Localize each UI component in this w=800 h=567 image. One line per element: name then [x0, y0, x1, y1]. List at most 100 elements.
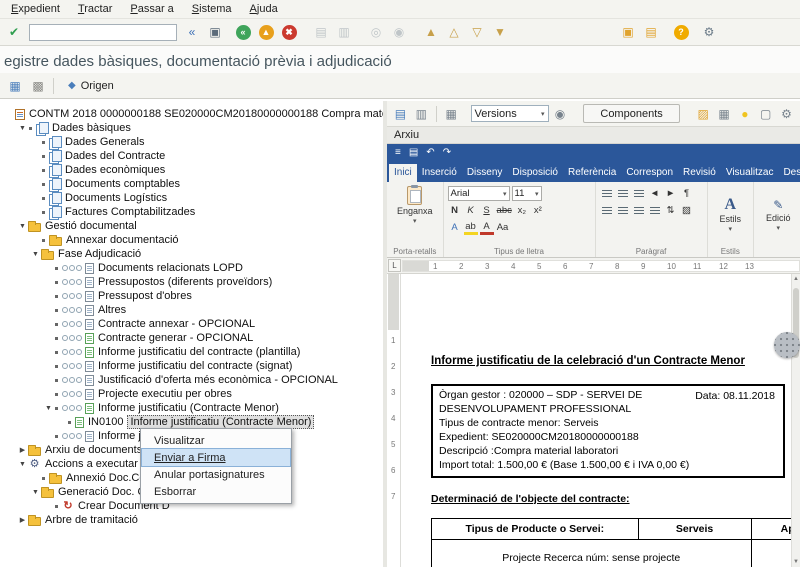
menu-icon[interactable]: ≡: [395, 147, 401, 158]
justify-icon[interactable]: [648, 204, 662, 218]
horizontal-ruler[interactable]: L 12345678910111213: [387, 258, 800, 274]
tree-item[interactable]: ▼Fase Adjudicació: [0, 247, 383, 261]
vertical-scrollbar[interactable]: ▲ ▼: [791, 274, 800, 567]
font-name-select[interactable]: Arial ▾: [448, 186, 510, 201]
menu-ajuda[interactable]: Ajuda: [241, 1, 287, 17]
underline-button[interactable]: S: [480, 204, 494, 218]
detail-icon[interactable]: ▦: [4, 75, 26, 96]
tip-icon[interactable]: ●: [735, 103, 754, 124]
menu-expedient[interactable]: Expedient: [2, 1, 69, 17]
align-right-icon[interactable]: [632, 204, 646, 218]
font-size-select[interactable]: 11 ▾: [512, 186, 542, 201]
tree-item[interactable]: Informe justificatiu del contracte (plan…: [0, 345, 383, 359]
tree-item[interactable]: ▶Arbre de tramitació: [0, 513, 383, 527]
tab-revisi[interactable]: Revisió: [678, 164, 721, 182]
versions-select[interactable]: Versions▾: [471, 105, 549, 122]
change-case-button[interactable]: Aa: [496, 221, 510, 235]
tab-disseny[interactable]: Disseny: [462, 164, 508, 182]
more-icon[interactable]: «: [181, 22, 203, 43]
tree-item[interactable]: CONTM 2018 0000000188 SE020000CM20180000…: [0, 107, 383, 121]
tree-item[interactable]: Documents relacionats LOPD: [0, 261, 383, 275]
tree-item[interactable]: ▼Gestió documental: [0, 219, 383, 233]
tree-item[interactable]: Informe justificatiu del contracte (sign…: [0, 359, 383, 373]
context-menu-item-enviar-a-firma[interactable]: Enviar a Firma: [142, 449, 290, 466]
scroll-up-icon[interactable]: ▲: [792, 276, 800, 282]
first-page-icon[interactable]: ▲: [420, 22, 442, 43]
collapse-icon[interactable]: ▼: [17, 223, 28, 230]
exit-icon[interactable]: ▲: [255, 22, 277, 43]
window-icon[interactable]: ▢: [756, 103, 775, 124]
align-center-icon[interactable]: [616, 204, 630, 218]
tree-item[interactable]: Justificació d'oferta més econòmica - OP…: [0, 373, 383, 387]
undo-icon[interactable]: ↶: [426, 147, 434, 158]
help-icon[interactable]: ?: [670, 22, 692, 43]
settings-icon[interactable]: ⚙: [777, 103, 796, 124]
numbering-icon[interactable]: [616, 187, 630, 201]
collapse-icon[interactable]: ▼: [17, 125, 28, 132]
collapse-icon[interactable]: ▼: [17, 461, 28, 468]
compare-versions-icon[interactable]: ◉: [551, 103, 570, 124]
tab-desenv[interactable]: Desenv: [778, 164, 800, 182]
bold-button[interactable]: N: [448, 204, 462, 218]
origen-button[interactable]: ◆ Origen: [59, 78, 123, 94]
subscript-button[interactable]: x₂: [515, 204, 529, 218]
enter-icon[interactable]: ✔: [3, 22, 25, 43]
font-color-button[interactable]: A: [480, 221, 494, 235]
tree-item[interactable]: Pressupost d'obres: [0, 289, 383, 303]
export-icon[interactable]: ▦: [442, 103, 461, 124]
context-menu-item-anular-portasignatures[interactable]: Anular portasignatures: [142, 466, 290, 483]
next-page-icon[interactable]: ▽: [466, 22, 488, 43]
expand-icon[interactable]: ▩: [27, 75, 49, 96]
new-session-icon[interactable]: ▣: [617, 22, 639, 43]
text-effects-button[interactable]: A: [448, 221, 462, 235]
save-icon[interactable]: ▤: [409, 147, 418, 158]
tree-item[interactable]: Documents Logístics: [0, 191, 383, 205]
shading-icon[interactable]: ▨: [680, 204, 694, 218]
components-button[interactable]: Components: [583, 104, 679, 123]
italic-button[interactable]: K: [464, 204, 478, 218]
previous-page-icon[interactable]: △: [443, 22, 465, 43]
tree-item[interactable]: ▼Dades bàsiques: [0, 121, 383, 135]
tab-inserci[interactable]: Inserció: [417, 164, 462, 182]
align-left-icon[interactable]: [600, 204, 614, 218]
tree-item[interactable]: Documents comptables: [0, 177, 383, 191]
back-icon[interactable]: «: [232, 22, 254, 43]
command-field[interactable]: [29, 24, 177, 41]
tree-item[interactable]: Altres: [0, 303, 383, 317]
tab-selector[interactable]: L: [388, 259, 401, 272]
tree-item[interactable]: Dades del Contracte: [0, 149, 383, 163]
indent-icon[interactable]: ►: [664, 187, 678, 201]
expand-icon[interactable]: ▶: [17, 516, 28, 524]
multilevel-list-icon[interactable]: [632, 187, 646, 201]
tab-inici[interactable]: Inici: [389, 164, 417, 182]
collapse-icon[interactable]: ▼: [30, 489, 41, 496]
vertical-ruler[interactable]: 1234567: [387, 274, 401, 567]
file-tab-label[interactable]: Arxiu: [394, 129, 419, 141]
tree-item[interactable]: Contracte generar - OPCIONAL: [0, 331, 383, 345]
shortcut-icon[interactable]: ▤: [640, 22, 662, 43]
expand-icon[interactable]: ▶: [17, 446, 28, 454]
tree-item[interactable]: Contracte annexar - OPCIONAL: [0, 317, 383, 331]
collapse-icon[interactable]: ▼: [30, 251, 41, 258]
tree-item[interactable]: ▼Informe justificatiu (Contracte Menor): [0, 401, 383, 415]
tab-correspon[interactable]: Correspon: [621, 164, 678, 182]
tab-refer-ncia[interactable]: Referència: [563, 164, 621, 182]
scroll-down-icon[interactable]: ▼: [792, 559, 800, 565]
tree-item[interactable]: Pressupostos (diferents proveïdors): [0, 275, 383, 289]
tree-item[interactable]: Factures Comptabilitzades: [0, 205, 383, 219]
line-spacing-icon[interactable]: ⇅: [664, 204, 678, 218]
editing-button[interactable]: ✎ Edició ▾: [758, 185, 799, 245]
strikethrough-button[interactable]: abc: [496, 204, 513, 218]
collapse-icon[interactable]: ▼: [43, 405, 54, 412]
tree-item[interactable]: Annexar documentació: [0, 233, 383, 247]
layout-icon[interactable]: ▦: [715, 103, 734, 124]
highlight-button[interactable]: ab: [464, 221, 478, 235]
folder-icon[interactable]: ▨: [694, 103, 713, 124]
context-menu-item-esborrar[interactable]: Esborrar: [142, 483, 290, 500]
superscript-button[interactable]: x²: [531, 204, 545, 218]
print-icon[interactable]: ▥: [412, 103, 431, 124]
tree-item[interactable]: Projecte executiu per obres: [0, 387, 383, 401]
paste-button[interactable]: Enganxa ▾: [391, 185, 439, 226]
cancel-icon[interactable]: ✖: [278, 22, 300, 43]
menu-tractar[interactable]: Tractar: [69, 1, 121, 17]
